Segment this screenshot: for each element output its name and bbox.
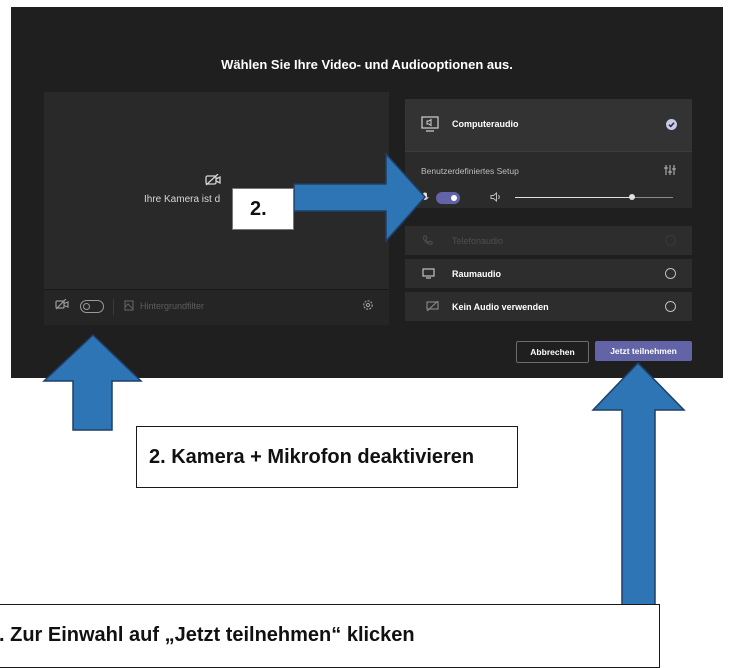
step2-callout: 2. Kamera + Mikrofon deaktivieren	[136, 426, 518, 488]
arrow-up-to-camera	[42, 333, 143, 431]
step-marker-box: 2.	[232, 188, 294, 230]
annotation-arrows	[42, 152, 686, 606]
arrow-right-to-mic	[293, 152, 427, 243]
step3-callout: . Zur Einwahl auf „Jetzt teilnehmen“ kli…	[0, 604, 660, 668]
arrow-up-to-join	[591, 361, 686, 606]
